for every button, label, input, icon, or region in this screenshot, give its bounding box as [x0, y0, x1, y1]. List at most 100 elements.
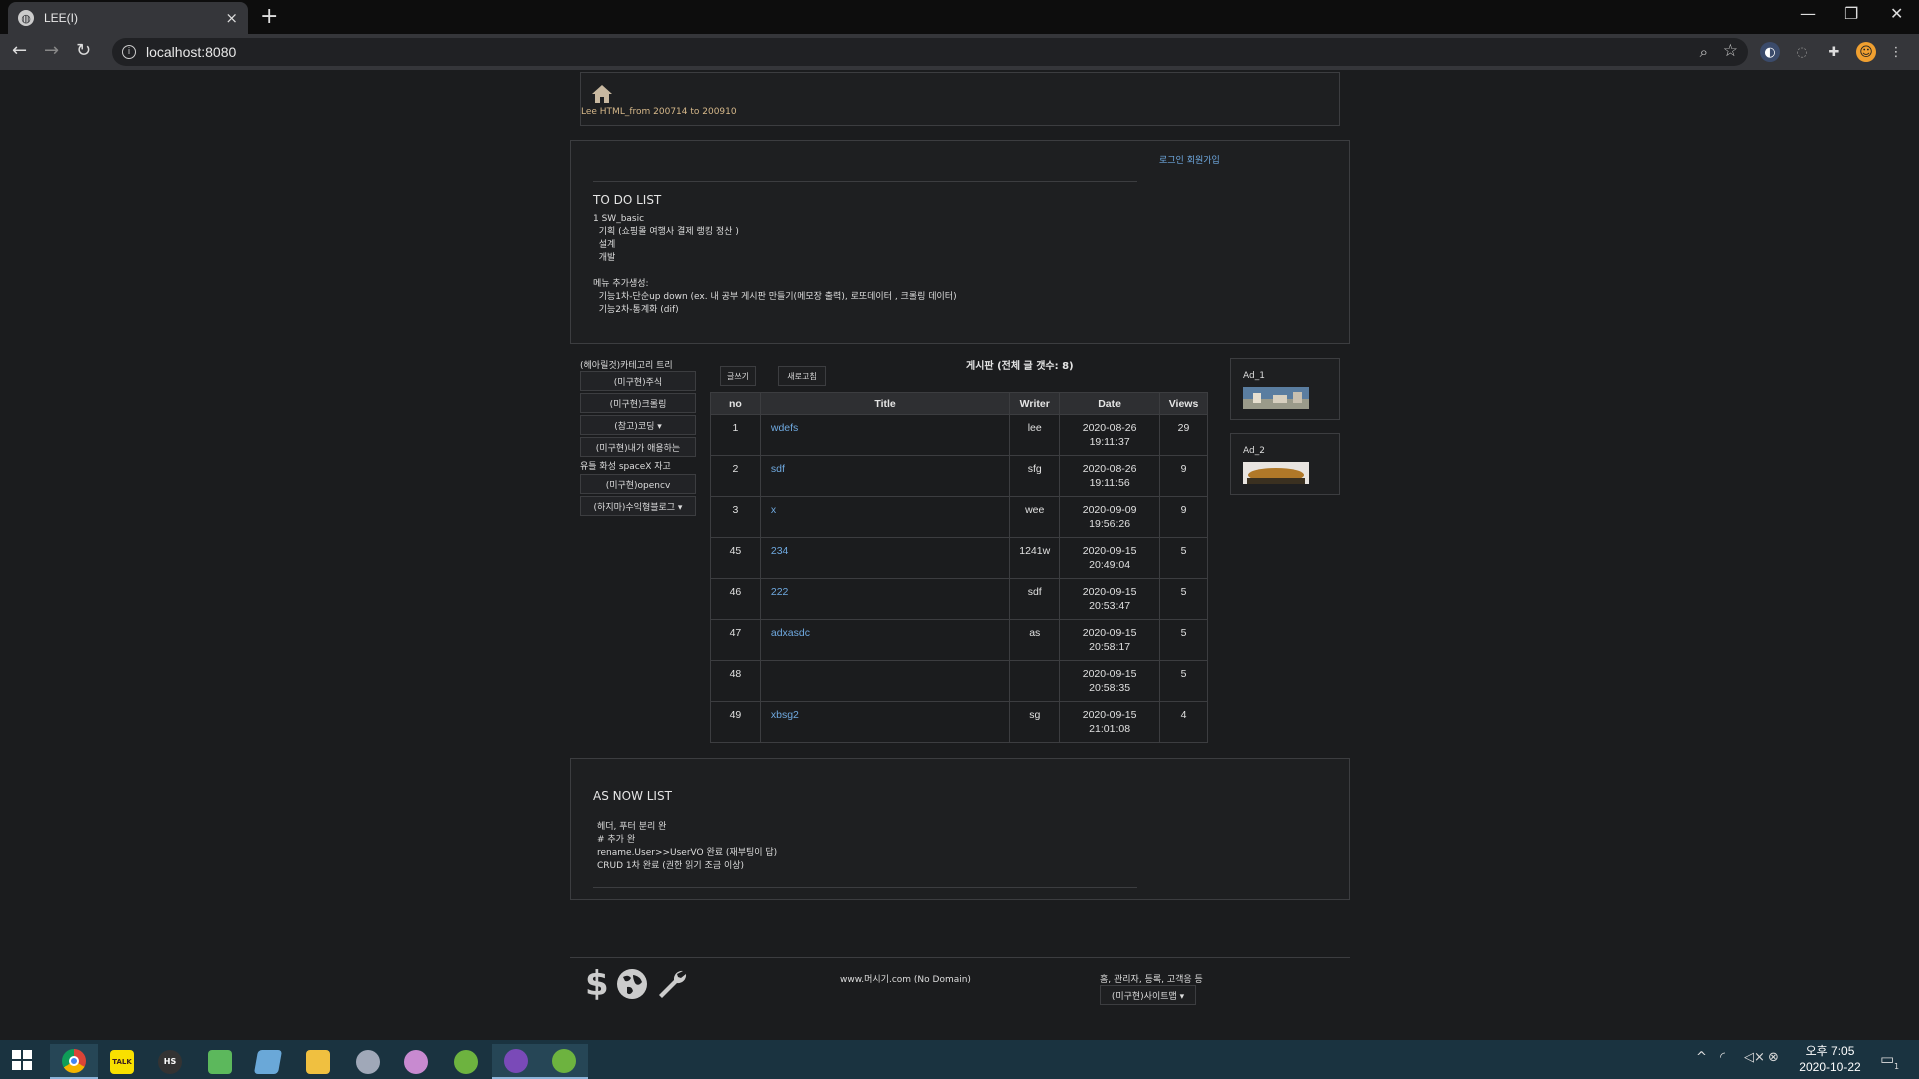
footer-nav[interactable]: 홈, 관리자, 등록, 고객응 등: [1100, 972, 1203, 985]
asnow-title: AS NOW LIST: [593, 789, 672, 803]
cell-writer: lee: [1009, 414, 1061, 456]
date: 2020-08-26: [1082, 422, 1137, 434]
dollar-icon[interactable]: $: [585, 966, 609, 1002]
address-bar[interactable]: i localhost:8080 ⌕ ☆: [112, 38, 1748, 66]
extension-icon[interactable]: ◐: [1760, 42, 1780, 62]
clock[interactable]: 오후 7:05 2020-10-22: [1790, 1043, 1870, 1075]
category-item-crawling[interactable]: (미구현)크롤링: [580, 393, 696, 413]
wrench-icon[interactable]: [655, 967, 689, 1001]
cell-no: 46: [710, 578, 761, 620]
avatar[interactable]: ☺: [1856, 42, 1876, 62]
browser-tab[interactable]: ◍ LEE(I) ×: [8, 2, 248, 34]
wifi-icon[interactable]: ◜: [1720, 1050, 1725, 1065]
tab-close-icon[interactable]: ×: [225, 9, 238, 27]
post-title-link[interactable]: [759, 660, 1011, 702]
category-item-opencv[interactable]: (미구현)opencv: [580, 474, 696, 494]
cell-no: 47: [710, 619, 761, 661]
date: 2020-09-15: [1082, 668, 1137, 680]
cell-writer: sdf: [1009, 578, 1061, 620]
taskbar-network[interactable]: [344, 1044, 392, 1079]
chat-icon: [504, 1048, 528, 1073]
taskbar-hs[interactable]: HS: [146, 1044, 194, 1079]
taskbar-explorer[interactable]: [294, 1044, 342, 1079]
home-icon[interactable]: [591, 83, 613, 105]
date: 2020-09-15: [1082, 627, 1137, 639]
category-item-blog[interactable]: (하지마)수익형블로그 ▾: [580, 496, 696, 516]
category-item-coding[interactable]: (참고)코딩 ▾: [580, 415, 696, 435]
restore-button[interactable]: ❐: [1844, 4, 1858, 23]
post-title-link[interactable]: x: [759, 496, 1011, 538]
todo-panel: 로그인 회원가입 TO DO LIST 1 SW_basic 기획 (쇼핑몰 여…: [570, 140, 1350, 344]
column-header-title: Title: [759, 392, 1011, 415]
taskbar-paint[interactable]: [392, 1044, 440, 1079]
header-text: Lee HTML_from 200714 to 200910: [581, 107, 737, 117]
bookmark-star-icon[interactable]: ☆: [1723, 41, 1738, 61]
time: 20:53:47: [1089, 600, 1131, 612]
cell-no: 49: [710, 701, 761, 743]
post-title-link[interactable]: wdefs: [759, 414, 1011, 456]
notification-icon[interactable]: ▭: [1880, 1050, 1894, 1068]
board-title: 게시판 (전체 글 갯수: 8): [966, 361, 1074, 372]
status-x-icon[interactable]: ⊗: [1768, 1050, 1779, 1065]
cell-views: 9: [1159, 455, 1208, 497]
category-item-stock[interactable]: (미구현)주식: [580, 371, 696, 391]
sitemap-button[interactable]: (미구현)사이트맵 ▾: [1100, 985, 1196, 1005]
close-window-button[interactable]: ✕: [1890, 4, 1903, 23]
cell-views: 5: [1159, 619, 1208, 661]
zoom-icon[interactable]: ⌕: [1700, 43, 1708, 61]
ad-1[interactable]: Ad_1: [1230, 358, 1340, 420]
ad-2[interactable]: Ad_2: [1230, 433, 1340, 495]
cell-writer: as: [1009, 619, 1061, 661]
extension-icon[interactable]: ◌: [1792, 42, 1812, 62]
time: 20:49:04: [1089, 559, 1131, 571]
tab-title: LEE(I): [44, 11, 79, 25]
forward-arrow-icon[interactable]: →: [44, 42, 59, 60]
time: 19:11:56: [1089, 477, 1130, 489]
cell-writer: 1241w: [1009, 537, 1061, 579]
taskbar-chat[interactable]: [492, 1044, 540, 1079]
taskbar-spring-2[interactable]: [540, 1044, 588, 1079]
windows-start-icon[interactable]: [12, 1050, 32, 1070]
volume-muted-icon[interactable]: ◁×: [1744, 1050, 1765, 1065]
taskbar-chrome[interactable]: [50, 1044, 98, 1079]
time: 19:56:26: [1089, 518, 1131, 530]
paint-icon: [404, 1049, 428, 1074]
info-icon[interactable]: i: [122, 45, 136, 59]
time: 20:58:35: [1089, 682, 1131, 694]
date: 2020-09-15: [1082, 709, 1137, 721]
back-arrow-icon[interactable]: ←: [12, 42, 27, 60]
network-icon: [356, 1049, 380, 1074]
write-button[interactable]: 글쓰기: [720, 366, 756, 386]
chrome-icon: [62, 1048, 86, 1073]
reload-icon[interactable]: ↻: [76, 42, 91, 60]
divider: [593, 887, 1137, 888]
category-item-favorites[interactable]: (미구현)내가 애용하는: [580, 437, 696, 457]
tray-chevron-up-icon[interactable]: ^: [1696, 1050, 1707, 1065]
kakaotalk-icon: TALK: [110, 1049, 134, 1074]
cell-date: 2020-09-15 20:49:04: [1059, 537, 1161, 579]
minimize-button[interactable]: —: [1800, 4, 1816, 23]
cell-no: 48: [710, 660, 761, 702]
post-title-link[interactable]: adxasdc: [759, 619, 1011, 661]
post-title-link[interactable]: xbsg2: [759, 701, 1011, 743]
ad-image[interactable]: [1243, 462, 1309, 484]
cell-views: 4: [1159, 701, 1208, 743]
menu-dots-icon[interactable]: ⋮: [1886, 42, 1906, 62]
post-title-link[interactable]: 222: [759, 578, 1011, 620]
post-title-link[interactable]: 234: [759, 537, 1011, 579]
ad-image[interactable]: [1243, 387, 1309, 409]
new-tab-button[interactable]: +: [260, 6, 278, 28]
login-links[interactable]: 로그인 회원가입: [1159, 153, 1220, 166]
post-title-link[interactable]: sdf: [759, 455, 1011, 497]
date: 2020-08-26: [1082, 463, 1137, 475]
cell-date: 2020-08-26 19:11:37: [1059, 414, 1161, 456]
taskbar-spring[interactable]: [442, 1044, 490, 1079]
globe-icon[interactable]: [615, 967, 649, 1001]
taskbar-notes[interactable]: [244, 1044, 292, 1079]
notification-count: 1: [1894, 1062, 1900, 1071]
puzzle-icon[interactable]: ✚: [1824, 42, 1844, 62]
taskbar-notepad[interactable]: [196, 1044, 244, 1079]
refresh-button[interactable]: 새로고침: [778, 366, 826, 386]
cell-date: 2020-09-09 19:56:26: [1059, 496, 1161, 538]
taskbar-kakaotalk[interactable]: TALK: [98, 1044, 146, 1079]
